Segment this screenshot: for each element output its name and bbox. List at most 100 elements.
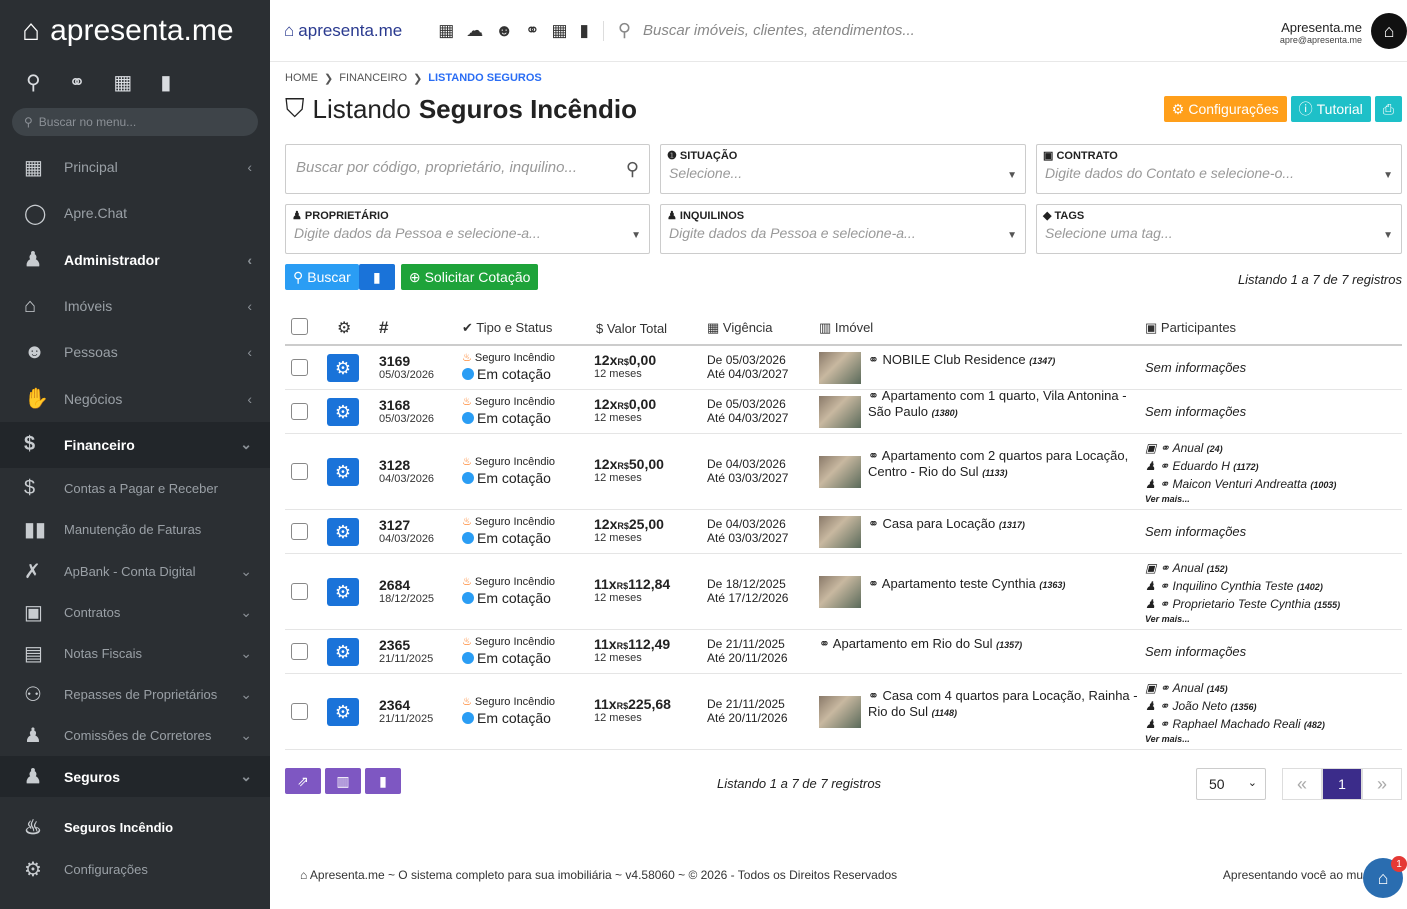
prev-page-button[interactable]: «	[1282, 768, 1322, 800]
sidebar-subitem-0[interactable]: $ Contas a Pagar e Receber	[0, 468, 270, 509]
participant[interactable]: ▣ ⚭ Anual (145)	[1145, 680, 1325, 698]
sidebar-subitem-1[interactable]: ▮▮ Manutenção de Faturas	[0, 509, 270, 550]
buscar-button[interactable]: ⚲ Buscar	[285, 264, 359, 290]
row-checkbox[interactable]	[291, 703, 308, 720]
sidebar-item-3[interactable]: ⌂ Imóveis ‹	[0, 283, 270, 329]
participant[interactable]: ♟ ⚭ Maicon Venturi Andreatta (1003)	[1145, 476, 1336, 494]
property-thumbnail[interactable]	[819, 352, 861, 384]
property-link[interactable]: ⚭ Apartamento em Rio do Sul (1357)	[819, 636, 1089, 653]
trash-icon[interactable]: ▮	[160, 70, 171, 95]
row-actions-button[interactable]: ⚙	[327, 638, 359, 666]
row-actions-button[interactable]: ⚙	[327, 578, 359, 606]
sidebar-subitem-4[interactable]: ▤ Notas Fiscais ⌄	[0, 633, 270, 674]
delete-button[interactable]: ▮	[365, 768, 401, 794]
participant[interactable]: ♟ ⚭ Eduardo H (1172)	[1145, 458, 1336, 476]
property-thumbnail[interactable]	[819, 396, 861, 428]
sidebar-item-0[interactable]: ▦ Principal ‹	[0, 144, 270, 190]
participant[interactable]: ♟ ⚭ Inquilino Cynthia Teste (1402)	[1145, 578, 1340, 596]
participant[interactable]: ♟ ⚭ Raphael Machado Reali (482)	[1145, 716, 1325, 734]
search-icon[interactable]: ⚲	[26, 70, 41, 95]
sidebar-subitem-6[interactable]: ♟ Comissões de Corretores ⌄	[0, 715, 270, 756]
select-all-checkbox[interactable]	[291, 318, 308, 335]
property-link[interactable]: ⚭ Apartamento com 1 quarto, Vila Antonin…	[868, 388, 1138, 421]
people-icon[interactable]: ☻	[495, 21, 513, 41]
search-icon[interactable]: ⚲	[626, 159, 639, 180]
breadcrumb-home[interactable]: HOME	[285, 72, 318, 85]
ver-mais-link[interactable]: Ver mais...	[1145, 494, 1336, 504]
row-checkbox[interactable]	[291, 359, 308, 376]
sidebar-search-input[interactable]: ⚲ Buscar no menu...	[12, 108, 258, 136]
contrato-select[interactable]: ▣ CONTRATO Digite dados do Contato e sele…	[1036, 144, 1402, 194]
chat-icon[interactable]: ☁	[466, 21, 483, 41]
column-imovel[interactable]: ▥ Imóvel	[819, 320, 873, 336]
sidebar-item-1[interactable]: ◯ Apre.Chat	[0, 190, 270, 236]
row-actions-button[interactable]: ⚙	[327, 354, 359, 382]
sidebar-subitem-5[interactable]: ⚇ Repasses de Proprietários ⌄	[0, 674, 270, 715]
sidebar-subitem-2[interactable]: ✗ ApBank - Conta Digital ⌄	[0, 550, 270, 591]
property-thumbnail[interactable]	[819, 516, 861, 548]
row-actions-button[interactable]: ⚙	[327, 518, 359, 546]
property-link[interactable]: ⚭ Casa para Locação (1317)	[868, 516, 1138, 533]
participant[interactable]: ▣ ⚭ Anual (152)	[1145, 560, 1340, 578]
global-search-input[interactable]: ⚲ Buscar imóveis, clientes, atendimentos.…	[618, 20, 915, 41]
column-vigencia[interactable]: ▦ Vigência	[707, 320, 773, 336]
sidebar-item-4[interactable]: ☻ Pessoas ‹	[0, 329, 270, 375]
avatar[interactable]: ⌂	[1371, 13, 1407, 49]
column-valor[interactable]: $ Valor Total	[596, 321, 667, 336]
participant[interactable]: ▣ ⚭ Anual (24)	[1145, 440, 1336, 458]
row-checkbox[interactable]	[291, 523, 308, 540]
tags-select[interactable]: ◆ TAGS Selecione uma tag... ▼	[1036, 204, 1402, 254]
sidebar-item-5[interactable]: ✋ Negócios ‹	[0, 375, 270, 421]
breadcrumb-financeiro[interactable]: FINANCEIRO	[339, 72, 407, 85]
user-info[interactable]: Apresenta.me apre@apresenta.me	[1280, 20, 1362, 45]
solicitar-cotacao-button[interactable]: ⊕ Solicitar Cotação	[400, 264, 539, 290]
export-button[interactable]: ⇗	[285, 768, 321, 794]
ver-mais-link[interactable]: Ver mais...	[1145, 614, 1340, 624]
search-filter-input[interactable]: Buscar por código, proprietário, inquili…	[285, 144, 650, 194]
sidebar-item-configuracoes[interactable]: ⚙ Configurações	[0, 849, 270, 890]
inquilinos-select[interactable]: ♟ INQUILINOS Digite dados da Pessoa e sel…	[660, 204, 1026, 254]
row-checkbox[interactable]	[291, 643, 308, 660]
proprietario-select[interactable]: ♟ PROPRIETÁRIO Digite dados da Pessoa e s…	[285, 204, 650, 254]
calendar-icon[interactable]: ▦	[113, 70, 132, 95]
configuracoes-button[interactable]: ⚙ Configurações	[1163, 96, 1287, 122]
columns-button[interactable]: ▥	[325, 768, 361, 794]
dashboard-icon[interactable]: ▦	[438, 21, 454, 41]
next-page-button[interactable]: »	[1362, 768, 1402, 800]
property-link[interactable]: ⚭ Casa com 4 quartos para Locação, Rainh…	[868, 688, 1138, 721]
sidebar-item-2[interactable]: ♟ Administrador ‹	[0, 237, 270, 283]
column-participantes[interactable]: ▣ Participantes	[1145, 320, 1236, 336]
sidebar-item-6[interactable]: $ Financeiro ⌄	[0, 421, 270, 469]
ver-mais-link[interactable]: Ver mais...	[1145, 734, 1325, 744]
row-actions-button[interactable]: ⚙	[327, 698, 359, 726]
page-size-select[interactable]: 50 ⌄	[1196, 768, 1266, 800]
situacao-select[interactable]: ❶ SITUAÇÃO Selecione... ▼	[660, 144, 1026, 194]
tutorial-button[interactable]: ⓘ Tutorial	[1290, 96, 1371, 122]
row-checkbox[interactable]	[291, 403, 308, 420]
row-checkbox[interactable]	[291, 463, 308, 480]
column-tipo[interactable]: ✔ Tipo e Status	[462, 320, 552, 336]
calendar-icon[interactable]: ▦	[551, 21, 567, 41]
link-icon[interactable]: ⚭	[69, 70, 86, 95]
link-icon[interactable]: ⚭	[525, 21, 539, 41]
sidebar-logo[interactable]: ⌂ apresenta.me	[0, 0, 270, 62]
row-actions-button[interactable]: ⚙	[327, 458, 359, 486]
row-actions-button[interactable]: ⚙	[327, 398, 359, 426]
property-thumbnail[interactable]	[819, 456, 861, 488]
property-thumbnail[interactable]	[819, 696, 861, 728]
property-thumbnail[interactable]	[819, 576, 861, 608]
clear-filters-button[interactable]: ▮	[358, 264, 395, 290]
participant[interactable]: ♟ ⚭ Proprietario Teste Cynthia (1555)	[1145, 596, 1340, 614]
sidebar-item-seguros[interactable]: ♟ Seguros ⌄	[0, 756, 270, 798]
sidebar-subitem-3[interactable]: ▣ Contratos ⌄	[0, 592, 270, 633]
sidebar-item-seguros-incendio[interactable]: ♨ Seguros Incêndio	[0, 807, 270, 849]
topbar-logo[interactable]: ⌂ apresenta.me	[284, 21, 402, 41]
participant[interactable]: ♟ ⚭ João Neto (1356)	[1145, 698, 1325, 716]
page-button[interactable]: 1	[1322, 768, 1362, 800]
property-link[interactable]: ⚭ Apartamento com 2 quartos para Locação…	[868, 448, 1138, 481]
trash-icon[interactable]: ▮	[580, 21, 589, 41]
property-link[interactable]: ⚭ Apartamento teste Cynthia (1363)	[868, 576, 1138, 593]
row-checkbox[interactable]	[291, 583, 308, 600]
property-link[interactable]: ⚭ NOBILE Club Residence (1347)	[868, 352, 1138, 369]
print-button[interactable]: ⎙	[1374, 96, 1402, 122]
